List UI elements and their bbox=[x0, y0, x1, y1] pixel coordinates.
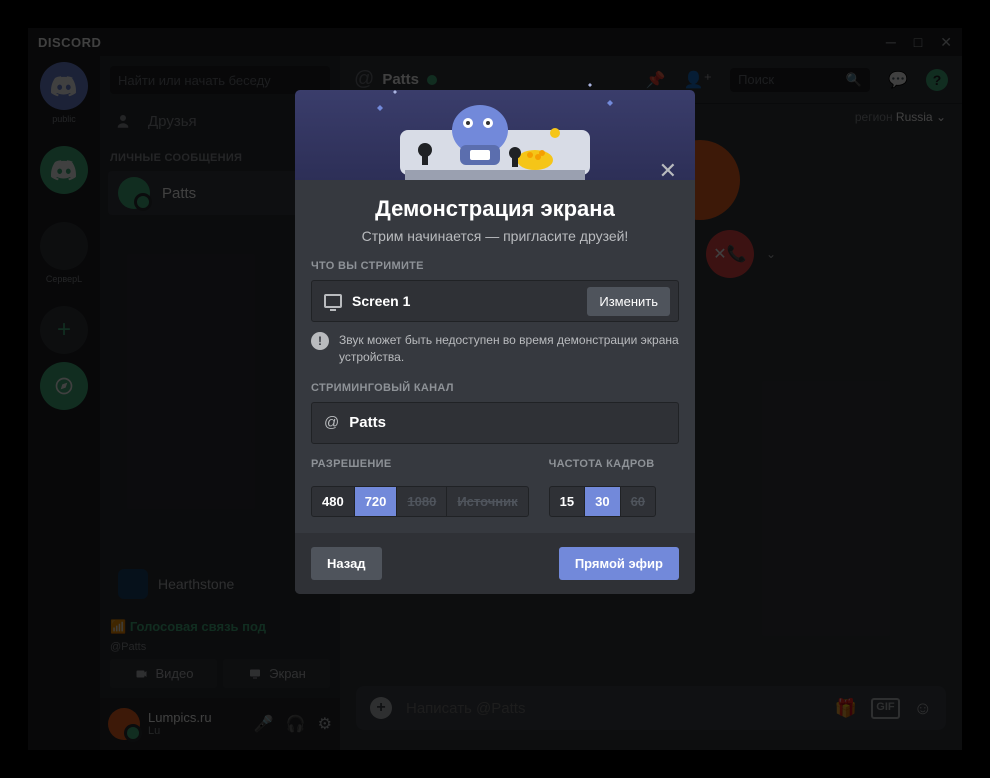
audio-warning: Звук может быть недоступен во время демо… bbox=[339, 332, 679, 366]
back-button[interactable]: Назад bbox=[311, 547, 382, 580]
fps-15[interactable]: 15 bbox=[550, 487, 585, 516]
modal-hero bbox=[295, 90, 695, 180]
res-480[interactable]: 480 bbox=[312, 487, 355, 516]
fps-60: 60 bbox=[621, 487, 655, 516]
monitor-icon bbox=[324, 294, 342, 308]
screenshare-modal: ✕ Демонстрация экрана Стрим начинается —… bbox=[295, 140, 695, 594]
what-streaming-label: ЧТО ВЫ СТРИМИТЕ bbox=[311, 260, 679, 272]
at-icon: @ bbox=[324, 414, 339, 431]
source-name: Screen 1 bbox=[352, 293, 410, 309]
modal-close-button[interactable]: ✕ bbox=[659, 158, 677, 184]
modal-subtitle: Стрим начинается — пригласите друзей! bbox=[295, 228, 695, 244]
resolution-selector: 480 720 1080 Источник bbox=[311, 486, 529, 517]
info-icon: ! bbox=[311, 332, 329, 350]
stream-channel-label: СТРИМИНГОВЫЙ КАНАЛ bbox=[311, 382, 679, 394]
channel-box[interactable]: @ Patts bbox=[311, 402, 679, 444]
change-source-button[interactable]: Изменить bbox=[587, 287, 670, 316]
modal-overlay: ✕ Демонстрация экрана Стрим начинается —… bbox=[0, 0, 990, 778]
fps-30[interactable]: 30 bbox=[585, 487, 620, 516]
resolution-label: РАЗРЕШЕНИЕ bbox=[311, 458, 529, 470]
modal-title: Демонстрация экрана bbox=[295, 196, 695, 222]
source-box: Screen 1 Изменить bbox=[311, 280, 679, 322]
fps-selector: 15 30 60 bbox=[549, 486, 656, 517]
go-live-button[interactable]: Прямой эфир bbox=[559, 547, 679, 580]
fps-label: ЧАСТОТА КАДРОВ bbox=[549, 458, 656, 470]
res-1080: 1080 bbox=[397, 487, 447, 516]
res-source: Источник bbox=[447, 487, 527, 516]
res-720[interactable]: 720 bbox=[355, 487, 398, 516]
